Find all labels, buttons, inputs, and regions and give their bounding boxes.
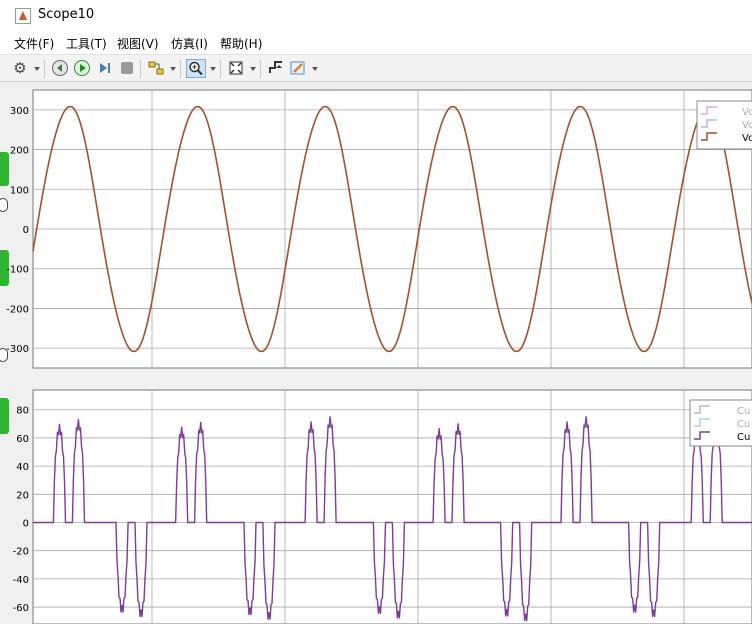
legend-entry: Cu [737, 406, 750, 417]
legend-entry: Vo [742, 133, 752, 144]
y-tick-label: 200 [10, 146, 29, 157]
y-tick-label: 300 [10, 106, 29, 117]
y-tick-label: -100 [6, 265, 29, 276]
scope-axes-2[interactable]: 80 60 40 20 0 -20 -40 -60 Cu Cu Cu [13, 389, 752, 624]
y-tick-label: 80 [16, 406, 29, 417]
y-tick-label: -40 [13, 575, 29, 586]
y-tick-label: 0 [23, 225, 29, 236]
y-tick-label: 20 [16, 490, 29, 501]
legend-entry: Cu [737, 432, 750, 443]
y-tick-label: 40 [16, 462, 29, 473]
y-tick-label: -60 [13, 603, 29, 614]
y-tick-label: -200 [6, 304, 29, 315]
y-tick-label: 60 [16, 434, 29, 445]
legend-voltage[interactable]: Vo Vo Vo [696, 100, 752, 150]
scope-plots: 3002001000-100-200-300VoVoVo806040200-20… [6, 89, 752, 624]
y-tick-label: -20 [13, 547, 29, 558]
y-tick-label: 100 [10, 185, 29, 196]
legend-entry: Vo [742, 107, 752, 118]
legend-entry: Vo [742, 120, 752, 131]
legend-current[interactable]: Cu Cu Cu [689, 399, 752, 447]
y-tick-label: 0 [23, 519, 29, 530]
legend-entry: Cu [737, 419, 750, 430]
y-tick-label: -300 [6, 344, 29, 355]
scope-axes-1[interactable]: 300 200 100 0 -100 -200 -300 Vo Vo Vo [6, 89, 752, 369]
plot-area[interactable] [32, 389, 752, 624]
